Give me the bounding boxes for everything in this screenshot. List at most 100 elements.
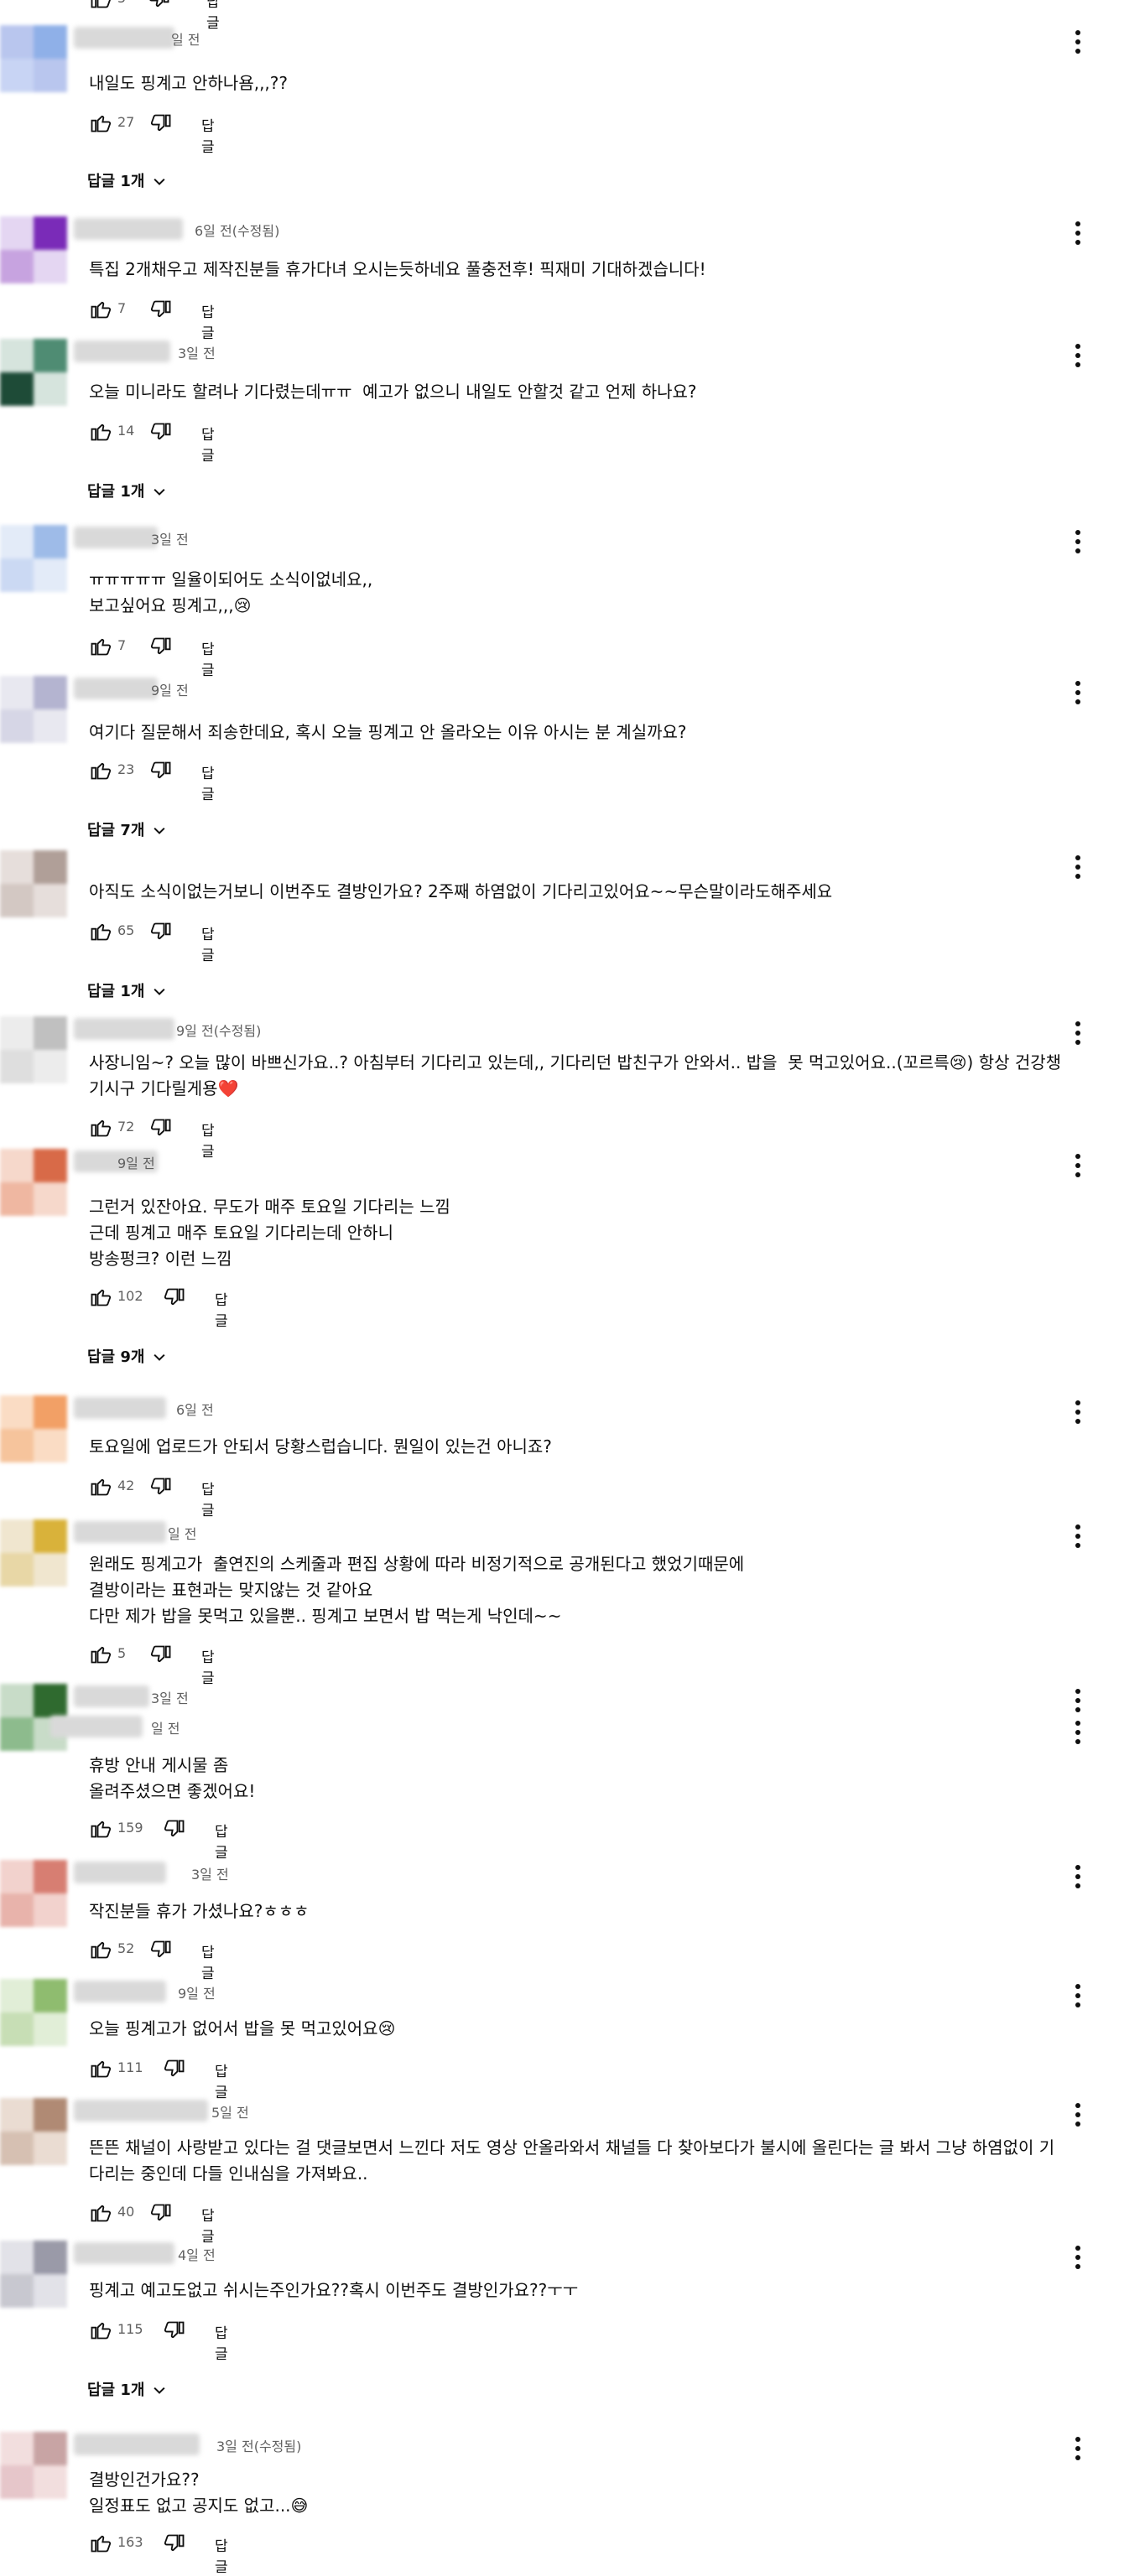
thumbs-up-icon[interactable]: [89, 1285, 112, 1308]
comment-timestamp[interactable]: 5일 전: [211, 2101, 249, 2122]
thumbs-up-icon[interactable]: [89, 0, 112, 10]
more-actions-icon[interactable]: [1069, 1519, 1085, 1553]
reply-button[interactable]: 답글: [201, 2204, 215, 2246]
reply-button[interactable]: 답글: [201, 637, 215, 679]
more-actions-icon[interactable]: [1069, 1016, 1085, 1050]
thumbs-up-icon[interactable]: [89, 758, 112, 782]
author-name[interactable]: [74, 218, 183, 240]
more-actions-icon[interactable]: [1069, 676, 1085, 709]
comment-timestamp[interactable]: 9일 전(수정됨): [176, 1020, 261, 1040]
thumbs-up-icon[interactable]: [89, 1816, 112, 1840]
reply-button[interactable]: 답글: [201, 761, 215, 803]
more-actions-icon[interactable]: [1069, 2432, 1085, 2465]
reply-button[interactable]: 답글: [201, 300, 215, 342]
thumbs-down-icon[interactable]: [149, 1644, 173, 1667]
reply-button[interactable]: 답글: [201, 1478, 215, 1519]
view-replies-button[interactable]: 답글 1개: [87, 480, 168, 501]
more-actions-icon[interactable]: [1069, 25, 1085, 59]
thumbs-down-icon[interactable]: [149, 1117, 173, 1140]
author-name[interactable]: [74, 2433, 200, 2455]
reply-button[interactable]: 답글: [215, 1288, 228, 1330]
more-actions-icon[interactable]: [1069, 2098, 1085, 2132]
reply-button[interactable]: 답글: [201, 114, 215, 156]
more-actions-icon[interactable]: [1069, 1395, 1085, 1429]
thumbs-up-icon[interactable]: [89, 1642, 112, 1665]
avatar[interactable]: [0, 339, 67, 406]
comment-timestamp[interactable]: 일 전: [168, 1523, 197, 1543]
more-actions-icon[interactable]: [1069, 1149, 1085, 1182]
thumbs-down-icon[interactable]: [149, 921, 173, 944]
author-name[interactable]: [50, 1716, 143, 1737]
avatar[interactable]: [0, 216, 67, 283]
thumbs-up-icon[interactable]: [89, 2318, 112, 2341]
thumbs-down-icon[interactable]: [163, 2058, 186, 2081]
avatar[interactable]: [0, 2432, 67, 2499]
thumbs-down-icon[interactable]: [149, 299, 173, 322]
view-replies-button[interactable]: 답글 1개: [87, 169, 168, 191]
reply-button[interactable]: 답글: [201, 922, 215, 964]
thumbs-down-icon[interactable]: [149, 112, 173, 136]
reply-button[interactable]: 답글: [215, 2534, 228, 2576]
thumbs-up-icon[interactable]: [89, 2531, 112, 2554]
thumbs-up-icon[interactable]: [89, 1115, 112, 1139]
thumbs-down-icon[interactable]: [163, 1818, 186, 1841]
thumbs-up-icon[interactable]: [89, 111, 112, 134]
reply-button[interactable]: 답글: [201, 1645, 215, 1687]
thumbs-down-icon[interactable]: [149, 1476, 173, 1499]
reply-button[interactable]: 답글: [215, 2059, 228, 2101]
thumbs-up-icon[interactable]: [89, 419, 112, 443]
more-actions-icon[interactable]: [1069, 1979, 1085, 2012]
reply-button[interactable]: 답글: [201, 1940, 215, 1982]
reply-button[interactable]: 답글: [215, 2321, 228, 2363]
view-replies-button[interactable]: 답글 9개: [87, 1345, 168, 1367]
comment-timestamp[interactable]: 3일 전: [151, 528, 189, 548]
thumbs-up-icon[interactable]: [89, 919, 112, 943]
comment-timestamp[interactable]: 9일 전: [117, 1152, 155, 1172]
avatar[interactable]: [0, 1519, 67, 1587]
author-name[interactable]: [74, 1397, 166, 1419]
thumbs-up-icon[interactable]: [89, 2200, 112, 2224]
author-name[interactable]: [74, 678, 158, 699]
view-replies-button[interactable]: 답글 7개: [87, 818, 168, 840]
avatar[interactable]: [0, 1860, 67, 1927]
avatar[interactable]: [0, 676, 67, 743]
more-actions-icon[interactable]: [1069, 216, 1085, 250]
comment-timestamp[interactable]: 6일 전: [176, 1399, 214, 1419]
comment-timestamp[interactable]: 6일 전(수정됨): [195, 220, 279, 240]
view-replies-button[interactable]: 답글 1개: [87, 979, 168, 1001]
comment-timestamp[interactable]: 일 전: [171, 29, 200, 49]
avatar[interactable]: [0, 2098, 67, 2165]
more-actions-icon[interactable]: [1069, 1684, 1085, 1717]
avatar[interactable]: [0, 525, 67, 592]
author-name[interactable]: [74, 27, 174, 49]
reply-button[interactable]: 답글: [201, 1119, 215, 1161]
author-name[interactable]: [74, 1981, 166, 2002]
thumbs-down-icon[interactable]: [149, 760, 173, 783]
more-actions-icon[interactable]: [1069, 339, 1085, 372]
comment-timestamp[interactable]: 9일 전: [178, 1982, 216, 2002]
thumbs-down-icon[interactable]: [163, 1286, 186, 1310]
author-name[interactable]: [74, 340, 170, 362]
more-actions-icon[interactable]: [1069, 525, 1085, 558]
comment-timestamp[interactable]: 3일 전(수정됨): [216, 2435, 301, 2455]
more-actions-icon[interactable]: [1069, 850, 1085, 884]
thumbs-up-icon[interactable]: [89, 2056, 112, 2080]
thumbs-down-icon[interactable]: [149, 2202, 173, 2225]
comment-timestamp[interactable]: 4일 전: [178, 2244, 216, 2264]
author-name[interactable]: [74, 1862, 166, 1883]
author-name[interactable]: [74, 1521, 166, 1543]
avatar[interactable]: [0, 25, 67, 92]
author-name[interactable]: [74, 1685, 149, 1707]
thumbs-down-icon[interactable]: [149, 421, 173, 444]
avatar[interactable]: [0, 1979, 67, 2046]
comment-timestamp[interactable]: 3일 전: [191, 1863, 229, 1883]
comment-timestamp[interactable]: 3일 전: [151, 1687, 189, 1707]
thumbs-down-icon[interactable]: [149, 1939, 173, 1962]
comment-timestamp[interactable]: 일 전: [151, 1717, 180, 1737]
author-name[interactable]: [74, 1018, 174, 1040]
reply-button[interactable]: 답글: [201, 423, 215, 465]
more-actions-icon[interactable]: [1069, 1716, 1085, 1749]
thumbs-down-icon[interactable]: [163, 2532, 186, 2556]
reply-button[interactable]: 답글: [206, 0, 220, 32]
reply-button[interactable]: 답글: [215, 1820, 228, 1862]
